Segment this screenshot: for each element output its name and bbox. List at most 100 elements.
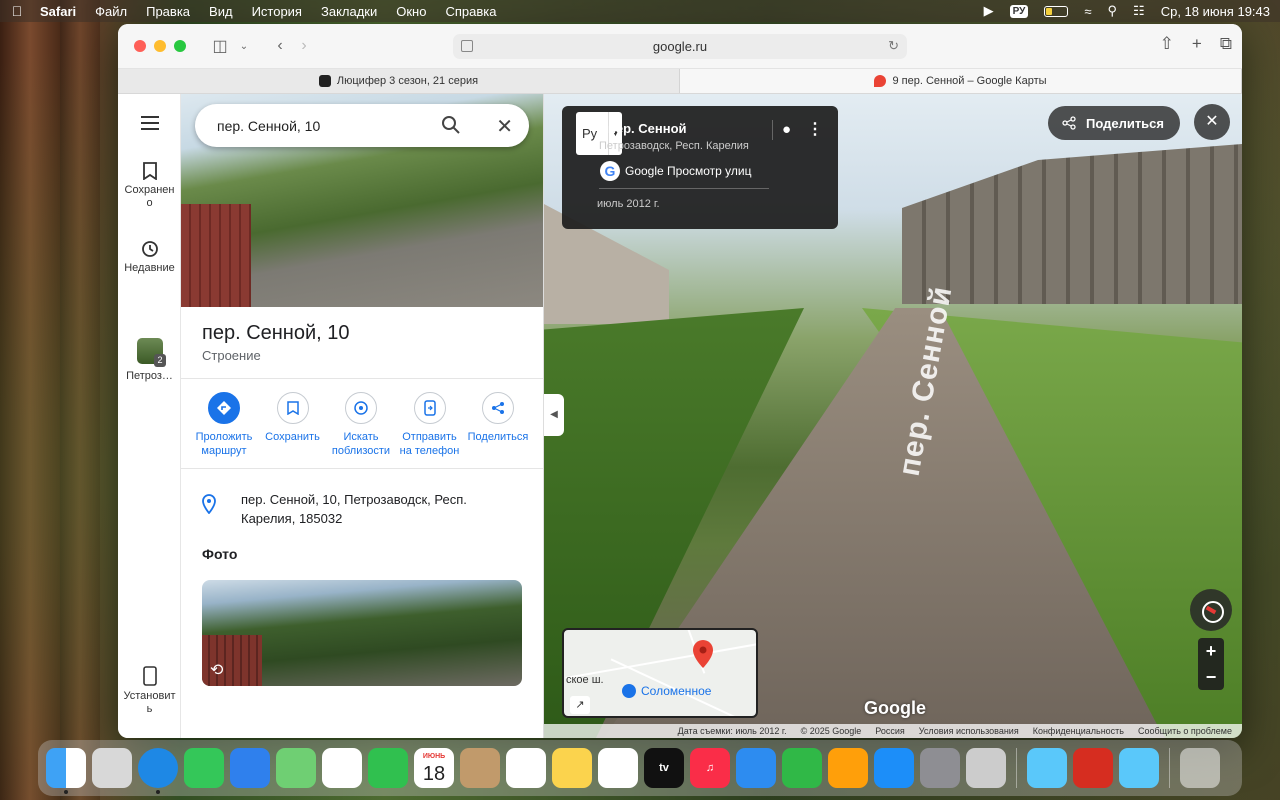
search-icon[interactable]: ⚲	[1108, 3, 1118, 19]
nearby-button[interactable]: Искать поблизости	[328, 392, 394, 458]
contacts-icon[interactable]	[460, 748, 500, 788]
music-icon[interactable]: ♫	[690, 748, 730, 788]
maps-icon[interactable]	[276, 748, 316, 788]
sv-street-name: пер. Сенной	[608, 121, 687, 136]
address-bar[interactable]: google.ru ↻	[453, 34, 907, 59]
menu-button[interactable]	[118, 116, 181, 134]
new-tab-icon[interactable]: +	[1192, 34, 1202, 54]
address-row[interactable]: пер. Сенной, 10, Петрозаводск, Респ. Кар…	[202, 490, 522, 528]
tab-title: Люцифер 3 сезон, 21 серия	[336, 75, 479, 87]
freeform-icon[interactable]	[598, 748, 638, 788]
finder-icon[interactable]	[46, 748, 86, 794]
input-language-badge[interactable]: РУ	[1009, 4, 1029, 18]
menu-app-name[interactable]: Safari	[40, 4, 76, 19]
minimize-window-button[interactable]	[154, 40, 166, 52]
street-view-pane[interactable]: пер. Сенной Ру ▼ пер. Сенной Петрозаводс…	[544, 94, 1242, 738]
preview-icon[interactable]	[1027, 748, 1067, 788]
settings-icon[interactable]	[920, 748, 960, 788]
language-label: Ру	[582, 126, 598, 141]
control-center-icon[interactable]: ☷	[1133, 3, 1145, 19]
pages-icon[interactable]	[828, 748, 868, 788]
tab-lucifer[interactable]: Люцифер 3 сезон, 21 серия	[118, 69, 680, 93]
rail-recent-place[interactable]: 2 Петроз…	[118, 338, 181, 383]
launchpad-icon[interactable]	[92, 748, 132, 788]
facetime-icon[interactable]	[368, 748, 408, 788]
appstore-icon[interactable]	[874, 748, 914, 788]
photo-booth-icon[interactable]	[1073, 748, 1113, 788]
zoom-in-button[interactable]: +	[1198, 638, 1224, 664]
rail-install[interactable]: Установить	[118, 666, 181, 716]
close-street-view-button[interactable]: ✕	[1194, 104, 1230, 140]
menu-edit[interactable]: Правка	[146, 4, 190, 19]
back-icon[interactable]: ‹	[268, 34, 292, 58]
search-box[interactable]: пер. Сенной, 10 ✕	[195, 104, 529, 147]
minimap[interactable]: ское ш. Соломенное ↗	[562, 628, 758, 718]
battery-icon[interactable]	[1044, 5, 1069, 17]
menu-clock[interactable]: Ср, 18 июня 19:43	[1161, 4, 1270, 19]
menu-window[interactable]: Окно	[396, 4, 426, 19]
rail-saved[interactable]: Сохранено	[118, 162, 181, 210]
tab-title: 9 пер. Сенной – Google Карты	[892, 75, 1047, 87]
apple-icon[interactable]: 	[10, 3, 24, 19]
keynote-icon[interactable]	[736, 748, 776, 788]
footer-terms-link[interactable]: Условия использования	[919, 726, 1019, 736]
phone-icon	[142, 666, 157, 686]
safari-icon[interactable]	[138, 748, 178, 794]
action-label: Проложить маршрут	[195, 431, 253, 457]
share-icon[interactable]: ⇧	[1160, 34, 1174, 54]
address-text: пер. Сенной, 10, Петрозаводск, Респ. Кар…	[241, 492, 467, 526]
messages-icon[interactable]	[184, 748, 224, 788]
mail-icon[interactable]	[230, 748, 270, 788]
menu-view[interactable]: Вид	[209, 4, 233, 19]
save-button[interactable]: Сохранить	[260, 392, 326, 458]
location-pin-icon[interactable]: ●	[782, 121, 791, 138]
forward-icon[interactable]: ›	[292, 34, 316, 58]
collapse-panel-button[interactable]: ◀	[544, 394, 564, 436]
tab-google-maps[interactable]: 9 пер. Сенной – Google Карты	[680, 69, 1242, 93]
menu-bookmarks[interactable]: Закладки	[321, 4, 377, 19]
share-icon	[1062, 116, 1076, 130]
search-icon[interactable]	[441, 115, 461, 135]
menu-help[interactable]: Справка	[445, 4, 496, 19]
menu-history[interactable]: История	[252, 4, 302, 19]
search-input[interactable]: пер. Сенной, 10	[217, 118, 320, 134]
numbers-icon[interactable]	[782, 748, 822, 788]
red-pin-icon	[693, 640, 713, 668]
calendar-icon[interactable]: ИЮНЬ 18	[414, 748, 454, 788]
footer-privacy-link[interactable]: Конфиденциальность	[1033, 726, 1124, 736]
zoom-out-button[interactable]: −	[1198, 664, 1224, 690]
expand-map-icon[interactable]: ↗	[570, 696, 590, 714]
sv-share-button[interactable]: Поделиться	[1047, 106, 1180, 140]
send-to-phone-button[interactable]: Отправить на телефон	[397, 392, 463, 458]
notes-icon[interactable]	[552, 748, 592, 788]
more-options-icon[interactable]: ⋮	[807, 119, 823, 139]
tab-overview-icon[interactable]: ⧉	[1220, 34, 1232, 54]
page-menu-icon[interactable]	[461, 40, 473, 52]
footer-country[interactable]: Россия	[875, 726, 905, 736]
preview2-icon[interactable]	[1119, 748, 1159, 788]
reminders-icon[interactable]	[506, 748, 546, 788]
close-window-button[interactable]	[134, 40, 146, 52]
chevron-down-icon[interactable]: ⌄	[232, 34, 256, 58]
wifi-icon[interactable]: ≈	[1084, 4, 1091, 19]
reload-icon[interactable]: ↻	[888, 38, 899, 54]
footer-report-link[interactable]: Сообщить о проблеме	[1138, 726, 1232, 736]
photos-icon[interactable]	[322, 748, 362, 788]
menu-file[interactable]: Файл	[95, 4, 127, 19]
street-view-photo-card[interactable]: ⟲	[202, 580, 522, 686]
trash-icon[interactable]	[1180, 748, 1220, 788]
place-panel: пер. Сенной, 10 ✕ пер. Сенной, 10 Строен…	[181, 94, 544, 738]
tv-icon[interactable]: tv	[644, 748, 684, 788]
rail-recent[interactable]: Недавние	[118, 240, 181, 275]
google-logo: Google	[864, 698, 926, 718]
directions-button[interactable]: Проложить маршрут	[191, 392, 257, 458]
sv-date[interactable]: июль 2012 г.	[597, 198, 660, 210]
sidebar-toggle-icon[interactable]: ◫	[208, 34, 232, 58]
clear-search-icon[interactable]: ✕	[496, 114, 513, 139]
share-button[interactable]: Поделиться	[465, 392, 531, 458]
play-icon[interactable]: ▶	[984, 3, 994, 19]
iphone-mirroring-icon[interactable]	[966, 748, 1006, 788]
zoom-window-button[interactable]	[174, 40, 186, 52]
minimap-place[interactable]: Соломенное	[622, 684, 711, 698]
compass-icon[interactable]	[1190, 589, 1232, 631]
